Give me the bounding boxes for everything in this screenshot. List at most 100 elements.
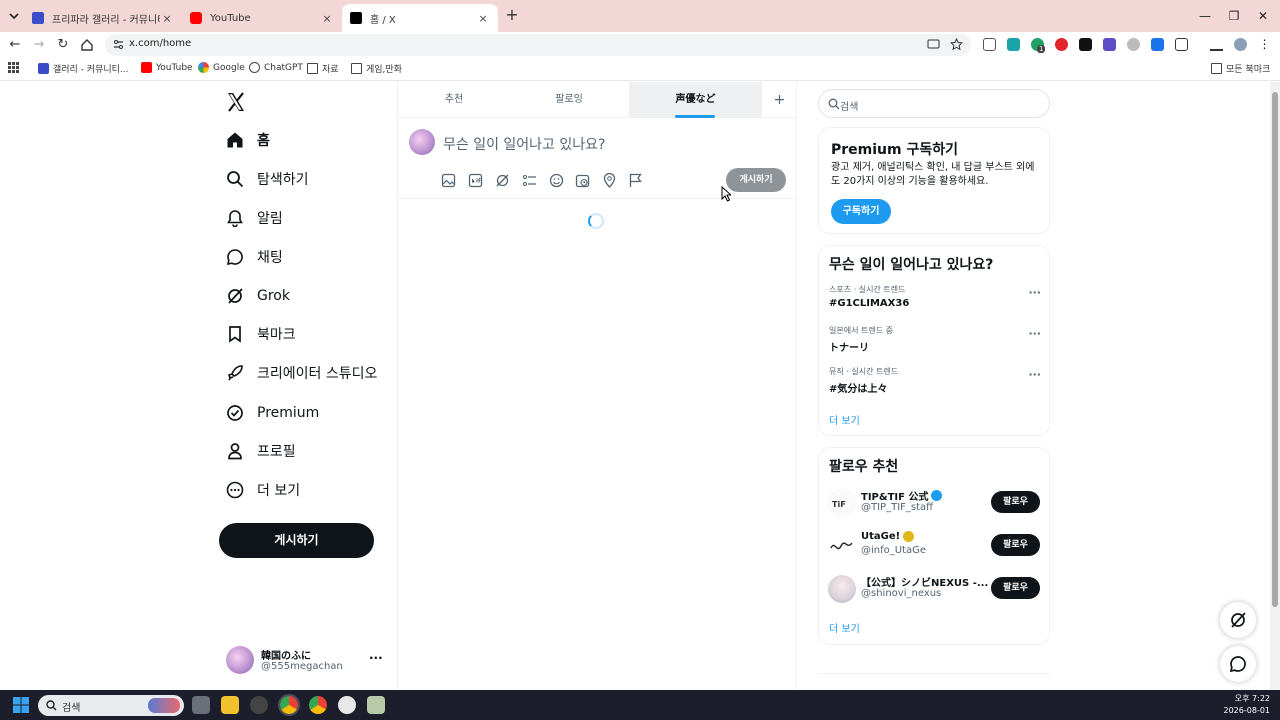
account-more-icon[interactable]: ··· bbox=[369, 651, 383, 665]
extension-reader-icon[interactable] bbox=[983, 38, 996, 51]
who-to-follow-show-more-link[interactable]: 더 보기 bbox=[829, 620, 860, 635]
browser-tab-x-home[interactable]: 홈 / X × bbox=[342, 4, 498, 32]
system-clock[interactable]: 오후 7:22 2026-08-01 bbox=[1224, 693, 1271, 717]
bookmarks-bar: 갤러리 - 커뮤니티... YouTube Google ChatGPT 자료 … bbox=[0, 57, 1280, 81]
follow-button[interactable]: 팔로우 bbox=[991, 534, 1040, 556]
trend-item[interactable]: 일본에서 트렌드 중 トナーリ ··· bbox=[829, 325, 1041, 359]
restore-window-button[interactable]: ❐ bbox=[1224, 6, 1244, 26]
follow-suggestion[interactable]: 【公式】シノビNEXUS -... @shinovi_nexus 팔로우 bbox=[828, 573, 1042, 605]
trend-more-icon[interactable]: ··· bbox=[1028, 368, 1041, 381]
sidebar-item-creator-studio[interactable]: 크리에이터 스튜디오 bbox=[222, 358, 377, 388]
grok-float-button[interactable] bbox=[1220, 602, 1256, 638]
active-tab-indicator bbox=[675, 115, 715, 118]
composer-post-button[interactable]: 게시하기 bbox=[726, 168, 786, 192]
app-icon[interactable] bbox=[367, 696, 385, 714]
schedule-icon[interactable] bbox=[575, 173, 590, 188]
reload-button[interactable]: ↻ bbox=[54, 36, 72, 54]
trends-show-more-link[interactable]: 더 보기 bbox=[829, 412, 860, 427]
browser-tab-youtube[interactable]: YouTube × bbox=[182, 4, 342, 32]
sidebar-item-explore[interactable]: 탐색하기 bbox=[222, 164, 309, 194]
task-view-icon[interactable] bbox=[192, 696, 210, 714]
account-switcher[interactable]: 韓国のふに @555megachan ··· bbox=[226, 645, 386, 675]
extension-dark-icon[interactable] bbox=[1079, 38, 1092, 51]
sidebar-item-home[interactable]: 홈 bbox=[222, 125, 270, 155]
follow-button[interactable]: 팔로우 bbox=[991, 491, 1040, 513]
new-tab-button[interactable]: + bbox=[503, 7, 521, 25]
extensions-puzzle-icon[interactable] bbox=[1175, 38, 1188, 51]
profile-avatar-icon[interactable] bbox=[1234, 38, 1247, 51]
sidebar-item-premium[interactable]: Premium bbox=[222, 398, 319, 428]
emoji-icon[interactable] bbox=[549, 173, 564, 188]
location-icon[interactable] bbox=[602, 173, 617, 188]
tab-for-you[interactable]: 추천 bbox=[398, 82, 510, 118]
chat-app-icon[interactable] bbox=[338, 696, 356, 714]
bookmark-youtube[interactable]: YouTube bbox=[141, 62, 193, 73]
search-input[interactable]: 검색 bbox=[818, 89, 1050, 118]
sidebar-item-grok[interactable]: Grok bbox=[222, 281, 290, 311]
tab-search-button[interactable] bbox=[5, 7, 23, 25]
bookmark-star-icon[interactable] bbox=[950, 38, 963, 51]
bookmark-folder-data[interactable]: 자료 bbox=[307, 62, 339, 75]
trend-item[interactable]: 스포츠 · 실시간 트렌드 #G1CLIMAX36 ··· bbox=[829, 284, 1041, 318]
sidebar-item-notifications[interactable]: 알림 bbox=[222, 203, 283, 233]
trend-item[interactable]: 뮤직 · 실시간 트렌드 #気分は上々 ··· bbox=[829, 366, 1041, 400]
all-bookmarks-folder[interactable]: 모든 북마크 bbox=[1211, 62, 1270, 75]
close-tab-icon[interactable]: × bbox=[320, 12, 334, 25]
install-app-icon[interactable] bbox=[927, 38, 940, 51]
close-window-button[interactable]: ✕ bbox=[1253, 6, 1273, 26]
extension-purple-icon[interactable] bbox=[1103, 38, 1116, 51]
subscribe-button[interactable]: 구독하기 bbox=[831, 199, 891, 224]
trend-more-icon[interactable]: ··· bbox=[1028, 327, 1041, 340]
file-explorer-icon[interactable] bbox=[221, 696, 239, 714]
minimize-window-button[interactable]: — bbox=[1195, 6, 1215, 26]
back-button[interactable]: ← bbox=[6, 36, 24, 54]
extension-gray-icon[interactable] bbox=[1127, 38, 1140, 51]
image-icon[interactable] bbox=[441, 173, 456, 188]
bookmark-chatgpt[interactable]: ChatGPT bbox=[249, 62, 303, 73]
add-tab-button[interactable]: + bbox=[762, 82, 797, 118]
tab-voice-actors[interactable]: 声優など bbox=[629, 82, 762, 118]
apps-grid-icon[interactable] bbox=[8, 62, 19, 73]
close-tab-icon[interactable]: × bbox=[476, 12, 490, 25]
follow-button[interactable]: 팔로우 bbox=[991, 577, 1040, 599]
extension-abp-icon[interactable] bbox=[1055, 38, 1068, 51]
poll-icon[interactable] bbox=[522, 173, 537, 188]
forward-button[interactable]: → bbox=[30, 36, 48, 54]
browser-menu-icon[interactable]: ⋮ bbox=[1258, 38, 1271, 51]
sidebar-item-profile[interactable]: 프로필 bbox=[222, 436, 296, 466]
trend-more-icon[interactable]: ··· bbox=[1028, 286, 1041, 299]
flag-icon[interactable] bbox=[628, 173, 643, 188]
sidebar-item-more[interactable]: 더 보기 bbox=[222, 475, 300, 505]
messages-float-button[interactable] bbox=[1220, 646, 1256, 682]
browser-tab-prifara[interactable]: 프리파라 갤러리 - 커뮤니티 포 × bbox=[24, 4, 182, 32]
composer-input[interactable]: 무슨 일이 일어나고 있나요? bbox=[443, 134, 605, 154]
home-button[interactable] bbox=[78, 36, 96, 54]
windows-start-icon[interactable] bbox=[13, 697, 29, 713]
bookmark-gallery[interactable]: 갤러리 - 커뮤니티... bbox=[38, 62, 129, 75]
chrome-profile-icon[interactable] bbox=[309, 696, 327, 714]
timeline-tabs: 추천 팔로잉 声優など + bbox=[398, 82, 797, 118]
taskbar-search[interactable]: 검색 bbox=[38, 695, 184, 716]
premium-title: Premium 구독하기 bbox=[831, 142, 958, 158]
chrome-icon[interactable] bbox=[278, 694, 300, 716]
bookmark-folder-games[interactable]: 게임,만화 bbox=[351, 62, 402, 75]
tab-following[interactable]: 팔로잉 bbox=[510, 82, 628, 118]
extension-r-icon[interactable] bbox=[1007, 38, 1020, 51]
follow-suggestion[interactable]: TiF TIP&TIF 公式 @TIP_TIF_staff 팔로우 bbox=[828, 487, 1042, 519]
gif-icon[interactable] bbox=[468, 173, 483, 188]
app-icon[interactable] bbox=[250, 696, 268, 714]
close-tab-icon[interactable]: × bbox=[160, 12, 174, 25]
address-bar[interactable]: x.com/home bbox=[105, 34, 971, 56]
x-logo-icon[interactable] bbox=[222, 90, 250, 114]
downloads-icon[interactable] bbox=[1210, 38, 1223, 51]
extension-download-icon[interactable] bbox=[1151, 38, 1164, 51]
follow-suggestion[interactable]: UtaGe! @info_UtaGe 팔로우 bbox=[828, 530, 1042, 562]
page-scrollbar[interactable] bbox=[1270, 82, 1280, 690]
grok-icon[interactable] bbox=[495, 173, 510, 188]
scrollbar-thumb[interactable] bbox=[1272, 92, 1278, 607]
bookmark-google[interactable]: Google bbox=[198, 62, 245, 73]
sidebar-item-bookmarks[interactable]: 북마크 bbox=[222, 319, 296, 349]
sidebar-post-button[interactable]: 게시하기 bbox=[219, 523, 374, 558]
sidebar-item-chat[interactable]: 채팅 bbox=[222, 242, 283, 272]
folder-icon bbox=[351, 63, 362, 74]
